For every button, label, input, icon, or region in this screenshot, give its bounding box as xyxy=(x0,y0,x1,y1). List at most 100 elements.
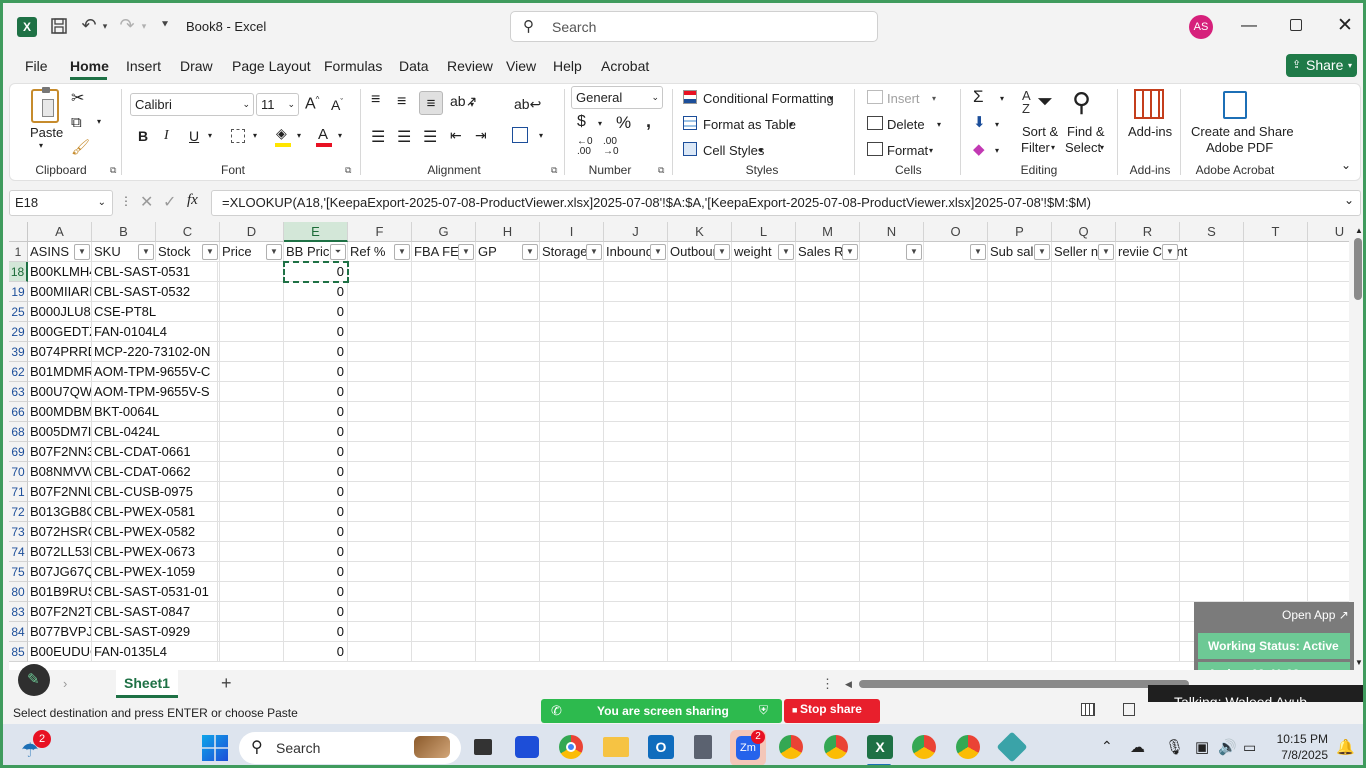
chrome-icon[interactable] xyxy=(559,735,583,759)
align-left-icon[interactable]: ☰ xyxy=(371,127,385,147)
grid-cell[interactable] xyxy=(924,502,988,522)
grid-cell[interactable] xyxy=(924,262,988,282)
grid-cell[interactable] xyxy=(1308,402,1349,422)
grid-cell[interactable] xyxy=(1244,322,1308,342)
cell-asin[interactable]: B013GB8C xyxy=(28,502,92,522)
font-launcher-icon[interactable]: ⧉ xyxy=(345,165,351,176)
filter-dropdown-icon[interactable]: ▼ xyxy=(266,244,282,260)
column-header-i[interactable]: I xyxy=(540,222,604,242)
cell-sku[interactable]: CBL-PWEX-1059 xyxy=(92,562,218,582)
tab-view[interactable]: View xyxy=(506,58,536,74)
chrome-profile-4-icon[interactable] xyxy=(956,735,980,759)
cell-sku[interactable]: CBL-SAST-0847 xyxy=(92,602,218,622)
cell-asin[interactable]: B07JG67Q xyxy=(28,562,92,582)
row-header[interactable]: 75 xyxy=(9,562,28,582)
grid-cell[interactable] xyxy=(668,302,732,322)
cell-bb-price[interactable]: 0 xyxy=(284,362,348,382)
grid-cell[interactable] xyxy=(1308,542,1349,562)
row-header[interactable]: 72 xyxy=(9,502,28,522)
row-header[interactable]: 85 xyxy=(9,642,28,662)
grid-cell[interactable] xyxy=(732,462,796,482)
cell-sku[interactable]: FAN-0104L4 xyxy=(92,322,218,342)
formula-input[interactable]: =XLOOKUP(A18,'[KeepaExport-2025-07-08-Pr… xyxy=(211,190,1361,216)
grid-cell[interactable] xyxy=(220,602,284,622)
grid-cell[interactable] xyxy=(1052,622,1116,642)
restore-icon[interactable] xyxy=(1290,19,1302,31)
autosum-icon[interactable]: Σ xyxy=(973,87,984,107)
cancel-formula-icon[interactable]: ✕ xyxy=(140,192,153,212)
grid-cell[interactable] xyxy=(668,622,732,642)
font-name-select[interactable]: Calibri ⌄ xyxy=(130,93,254,116)
minimize-icon[interactable]: — xyxy=(1241,17,1257,35)
cell-asin[interactable]: B07F2NNL xyxy=(28,482,92,502)
grid-cell[interactable] xyxy=(412,642,476,662)
grid-cell[interactable] xyxy=(1244,502,1308,522)
grid-cell[interactable] xyxy=(860,602,924,622)
filter-dropdown-icon[interactable]: ▼ xyxy=(714,244,730,260)
grid-cell[interactable] xyxy=(220,522,284,542)
grid-cell[interactable] xyxy=(668,442,732,462)
filter-dropdown-icon[interactable]: ▼ xyxy=(778,244,794,260)
grid-cell[interactable] xyxy=(412,602,476,622)
grid-cell[interactable] xyxy=(988,562,1052,582)
grid-cell[interactable] xyxy=(1180,262,1244,282)
grid-cell[interactable] xyxy=(796,442,860,462)
grid-cell[interactable] xyxy=(604,442,668,462)
column-header-q[interactable]: Q xyxy=(1052,222,1116,242)
grid-cell[interactable] xyxy=(604,302,668,322)
comma-style-icon[interactable]: , xyxy=(646,111,651,132)
grid-cell[interactable] xyxy=(988,302,1052,322)
grid-cell[interactable] xyxy=(1052,442,1116,462)
grid-cell[interactable] xyxy=(988,482,1052,502)
filter-dropdown-icon[interactable]: ▼ xyxy=(1162,244,1178,260)
cell-asin[interactable]: B077BVPJ xyxy=(28,622,92,642)
row-header[interactable]: 74 xyxy=(9,542,28,562)
grid-cell[interactable] xyxy=(860,522,924,542)
grid-cell[interactable] xyxy=(1180,422,1244,442)
grid-cell[interactable] xyxy=(860,542,924,562)
grid-cell[interactable] xyxy=(1308,382,1349,402)
grid-cell[interactable] xyxy=(540,502,604,522)
increase-font-icon[interactable]: A^ xyxy=(305,95,319,113)
cell-bb-price[interactable]: 0 xyxy=(284,482,348,502)
grid-cell[interactable] xyxy=(1244,382,1308,402)
grid-cell[interactable] xyxy=(1180,282,1244,302)
cell-bb-price[interactable]: 0 xyxy=(284,602,348,622)
grid-cell[interactable] xyxy=(604,602,668,622)
row-header[interactable]: 73 xyxy=(9,522,28,542)
fill-color-icon[interactable]: ◈ xyxy=(276,125,287,142)
grid-cell[interactable] xyxy=(1116,582,1180,602)
row-header[interactable]: 25 xyxy=(9,302,28,322)
italic-icon[interactable]: I xyxy=(164,128,169,144)
grid-cell[interactable] xyxy=(1244,302,1308,322)
task-view-icon[interactable] xyxy=(474,739,492,755)
grid-cell[interactable] xyxy=(412,282,476,302)
grid-cell[interactable] xyxy=(988,362,1052,382)
grid-cell[interactable] xyxy=(1052,462,1116,482)
grid-cell[interactable] xyxy=(988,602,1052,622)
grid-cell[interactable] xyxy=(1308,342,1349,362)
tab-insert[interactable]: Insert xyxy=(126,58,161,74)
grid-cell[interactable] xyxy=(540,602,604,622)
grid-cell[interactable] xyxy=(988,522,1052,542)
cell-asin[interactable]: B00MDBM xyxy=(28,402,92,422)
grid-cell[interactable] xyxy=(1308,522,1349,542)
grid-cell[interactable] xyxy=(348,282,412,302)
scroll-up-icon[interactable]: ▲ xyxy=(1355,226,1363,235)
cell-bb-price[interactable]: 0 xyxy=(284,302,348,322)
column-header-f[interactable]: F xyxy=(348,222,412,242)
grid-cell[interactable] xyxy=(1116,602,1180,622)
grid-cell[interactable] xyxy=(1180,402,1244,422)
grid-cell[interactable] xyxy=(348,522,412,542)
grid-cell[interactable] xyxy=(988,542,1052,562)
cell-bb-price[interactable]: 0 xyxy=(284,562,348,582)
grid-cell[interactable] xyxy=(924,422,988,442)
currency-icon[interactable]: $ xyxy=(577,113,586,131)
alignment-launcher-icon[interactable]: ⧉ xyxy=(551,165,557,176)
grid-cell[interactable] xyxy=(1052,262,1116,282)
clock-date[interactable]: 7/8/2025 xyxy=(1276,748,1328,762)
grid-cell[interactable] xyxy=(1308,262,1349,282)
grid-cell[interactable] xyxy=(732,422,796,442)
cell-asin[interactable]: B01B9RUS xyxy=(28,582,92,602)
grid-cell[interactable] xyxy=(924,582,988,602)
